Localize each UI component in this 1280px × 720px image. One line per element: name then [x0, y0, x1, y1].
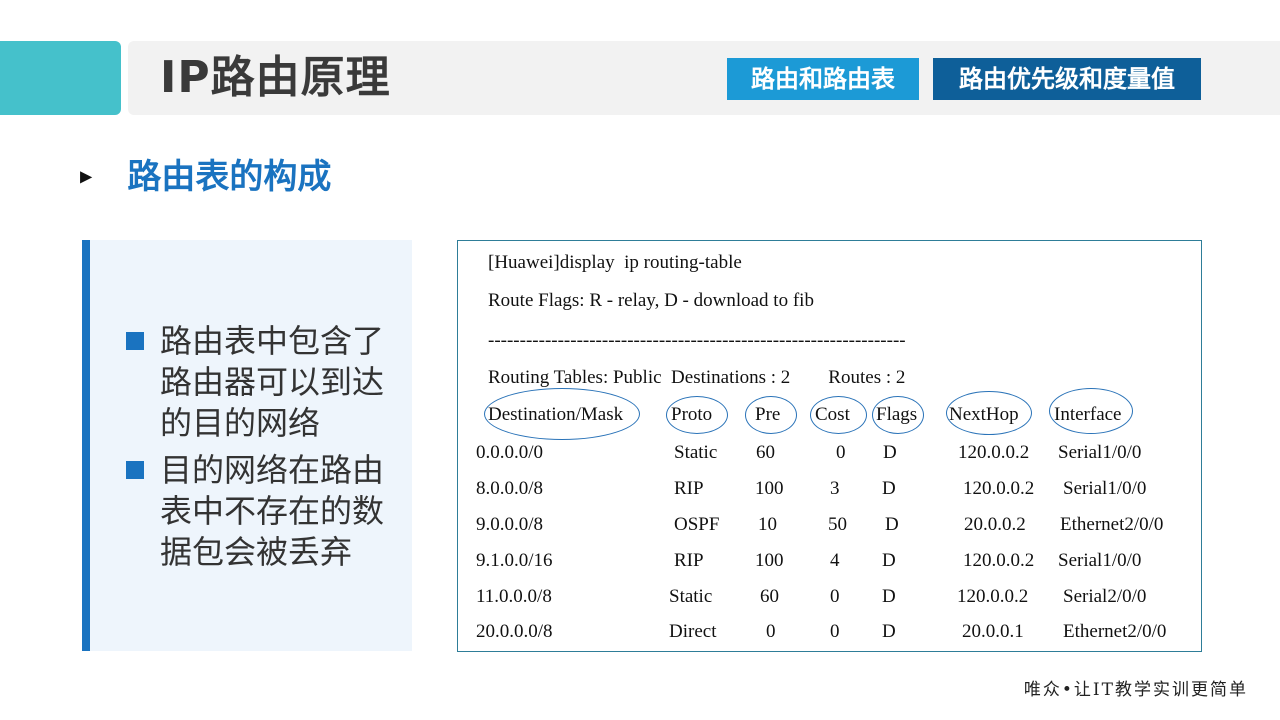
- separator-line: ----------------------------------------…: [488, 330, 906, 351]
- table-cell: OSPF: [674, 514, 720, 535]
- table-cell: Serial1/0/0: [1058, 550, 1142, 571]
- table-cell: 4: [830, 550, 840, 571]
- bullet-text: 目的网络在路由表中不存在的数据包会被丢弃: [160, 451, 385, 571]
- column-header: Cost: [815, 404, 850, 425]
- table-cell: 50: [828, 514, 847, 535]
- column-header: NextHop: [949, 404, 1019, 425]
- table-cell: 100: [755, 478, 784, 499]
- tab-routing-and-table[interactable]: 路由和路由表: [727, 58, 919, 100]
- table-cell: 0.0.0.0/0: [476, 442, 544, 463]
- table-cell: 10: [758, 514, 777, 535]
- tab-priority-and-metric[interactable]: 路由优先级和度量值: [933, 58, 1201, 100]
- table-cell: D: [885, 514, 899, 535]
- table-cell: 120.0.0.2: [963, 550, 1035, 571]
- bullet-item: 路由表中包含了路由器可以到达的目的网络: [126, 321, 386, 444]
- table-cell: RIP: [674, 478, 704, 499]
- table-cell: 20.0.0.2: [964, 514, 1026, 535]
- table-cell: Serial1/0/0: [1058, 442, 1142, 463]
- section-heading-text: 路由表的构成: [127, 156, 332, 197]
- table-cell: 20.0.0.1: [962, 621, 1024, 642]
- triangle-bullet-icon: ▶: [80, 166, 93, 186]
- table-cell: D: [882, 550, 896, 571]
- column-header: Pre: [755, 404, 781, 425]
- summary-line: Routing Tables: Public Destinations : 2 …: [488, 367, 906, 388]
- table-cell: 11.0.0.0/8: [476, 586, 552, 607]
- column-header: Flags: [876, 404, 918, 425]
- bullet-text: 路由表中包含了路由器可以到达的目的网络: [160, 322, 385, 442]
- section-heading: ▶ 路由表的构成: [80, 152, 331, 200]
- table-cell: Serial2/0/0: [1063, 586, 1147, 607]
- command-line: [Huawei]display ip routing-table: [488, 252, 742, 273]
- table-cell: 120.0.0.2: [957, 586, 1029, 607]
- table-cell: D: [882, 478, 896, 499]
- table-cell: 0: [766, 621, 776, 642]
- table-cell: 8.0.0.0/8: [476, 478, 544, 499]
- table-cell: Static: [674, 442, 718, 463]
- bullet-item: 目的网络在路由表中不存在的数据包会被丢弃: [126, 450, 386, 573]
- table-cell: 0: [830, 621, 840, 642]
- table-cell: D: [882, 586, 896, 607]
- table-cell: 0: [836, 442, 846, 463]
- table-cell: RIP: [674, 550, 704, 571]
- table-cell: 9.1.0.0/16: [476, 550, 553, 571]
- table-cell: Static: [669, 586, 713, 607]
- table-cell: 60: [756, 442, 775, 463]
- table-cell: Ethernet2/0/0: [1063, 621, 1167, 642]
- table-cell: Direct: [669, 621, 717, 642]
- table-cell: 100: [755, 550, 784, 571]
- page-title: IP路由原理: [160, 52, 391, 103]
- footer-slogan: 唯众•让IT教学实训更简单: [1023, 680, 1248, 700]
- table-cell: 60: [760, 586, 779, 607]
- table-cell: D: [882, 621, 896, 642]
- table-cell: D: [883, 442, 897, 463]
- square-bullet-icon: [126, 461, 144, 479]
- table-cell: Serial1/0/0: [1063, 478, 1147, 499]
- column-header: Proto: [671, 404, 713, 425]
- column-header: Destination/Mask: [488, 404, 624, 425]
- square-bullet-icon: [126, 332, 144, 350]
- table-cell: 3: [830, 478, 840, 499]
- table-cell: 9.0.0.0/8: [476, 514, 544, 535]
- column-header: Interface: [1054, 404, 1122, 425]
- table-cell: 120.0.0.2: [963, 478, 1035, 499]
- route-flags-line: Route Flags: R - relay, D - download to …: [488, 290, 814, 311]
- table-cell: 120.0.0.2: [958, 442, 1030, 463]
- description-panel: 路由表中包含了路由器可以到达的目的网络 目的网络在路由表中不存在的数据包会被丢弃: [82, 240, 412, 651]
- table-cell: 20.0.0.0/8: [476, 621, 553, 642]
- header-accent-block: [0, 41, 121, 115]
- routing-table-box: [Huawei]display ip routing-table Route F…: [457, 240, 1202, 652]
- table-cell: 0: [830, 586, 840, 607]
- table-cell: Ethernet2/0/0: [1060, 514, 1164, 535]
